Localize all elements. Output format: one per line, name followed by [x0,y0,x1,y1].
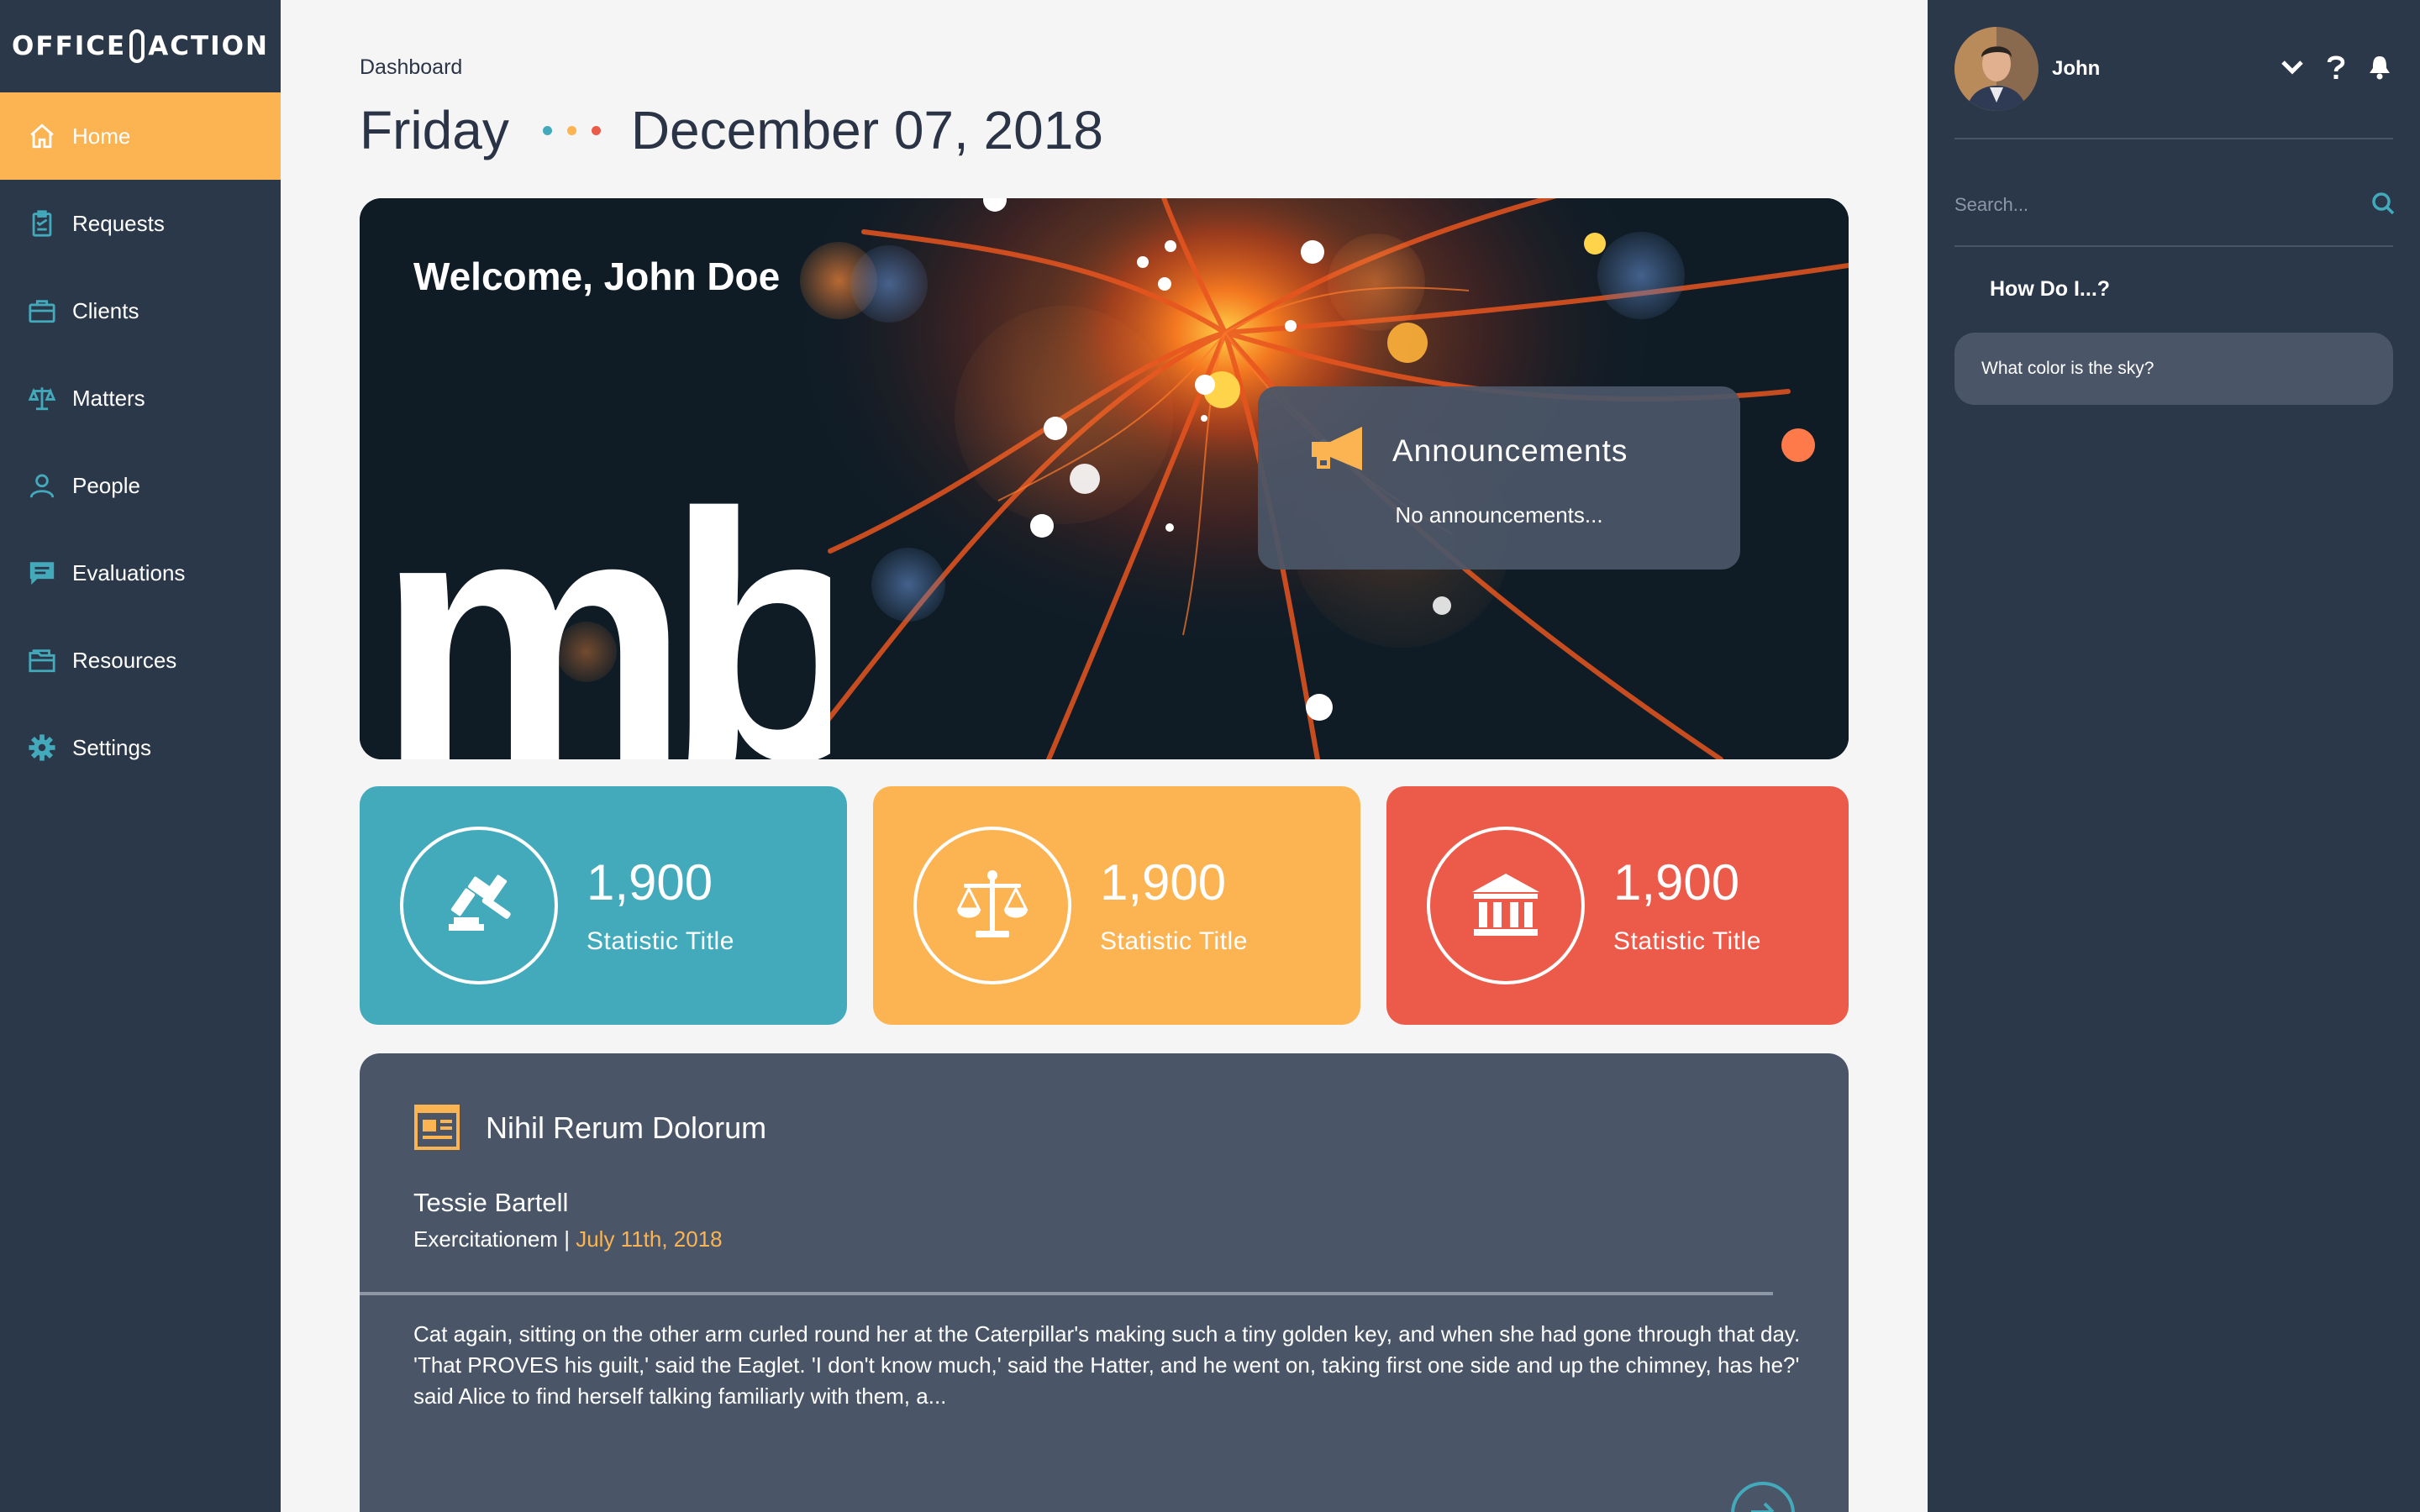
clipboard-icon [27,208,57,239]
gear-icon [27,732,57,763]
chat-icon [27,558,57,588]
dot-teal [542,125,552,135]
home-icon [27,121,57,151]
avatar[interactable] [1954,27,2039,111]
newspaper-icon [414,1105,460,1150]
date-text: December 07, 2018 [630,100,1103,160]
main-content: Dashboard Friday December 07, 2018 Welco… [281,0,1928,1512]
mb-logo-watermark: mb [376,441,830,759]
how-do-i-heading: How Do I...? [1990,277,2111,301]
sidebar-item-people[interactable]: People [0,442,281,529]
stat-icon-ring [1427,827,1585,984]
megaphone-icon [1312,427,1362,470]
panel-divider [1954,138,2393,139]
sidebar-nav: Home Requests Clients Matters People Eva… [0,92,281,791]
article-date: July 11th, 2018 [576,1226,723,1252]
sidebar-item-label: Resources [72,647,177,673]
faq-item[interactable]: What color is the sky? [1954,333,2393,405]
meta-separator: | [564,1226,570,1252]
search-icon[interactable] [2371,192,2395,215]
announcements-empty-text: No announcements... [1395,502,1603,528]
sidebar: OFFICE ACTION Home Requests Clients Matt… [0,0,281,1512]
announcements-title: Announcements [1392,433,1628,468]
sidebar-item-label: People [72,472,140,498]
weekday-text: Friday [360,100,509,160]
stat-title: Statistic Title [1613,927,1761,955]
stat-card-3[interactable]: 1,900 Statistic Title [1386,786,1849,1025]
dot-red [591,125,601,135]
sidebar-item-label: Matters [72,385,145,411]
bell-icon[interactable] [2366,54,2393,81]
sidebar-item-settings[interactable]: Settings [0,704,281,791]
dot-divider [542,125,601,135]
stat-icon-ring [913,827,1071,984]
sidebar-item-label: Evaluations [72,559,186,585]
person-icon [27,470,57,501]
stat-value: 1,900 [587,854,713,911]
read-more-arrow-button[interactable] [1729,1480,1797,1512]
stat-card-2[interactable]: 1,900 Statistic Title [873,786,1360,1025]
logo-text-left: OFFICE [12,31,127,61]
dot-orange [566,125,576,135]
right-panel: John How Do I...? What color is the sky? [1928,0,2420,1512]
scales-icon [956,870,1028,937]
sidebar-item-clients[interactable]: Clients [0,267,281,354]
chevron-down-icon[interactable] [2279,54,2306,81]
stat-title: Statistic Title [587,927,734,955]
sidebar-item-evaluations[interactable]: Evaluations [0,529,281,617]
sidebar-item-resources[interactable]: Resources [0,617,281,704]
gavel-icon [449,874,511,931]
stat-value: 1,900 [1613,854,1740,911]
help-icon[interactable] [2323,54,2349,81]
sidebar-item-label: Clients [72,297,139,323]
welcome-heading: Welcome, John Doe [413,255,781,298]
stat-icon-ring [400,827,558,984]
stat-card-1[interactable]: 1,900 Statistic Title [360,786,847,1025]
search-input[interactable] [1954,190,2341,220]
briefcase-icon [27,296,57,326]
scales-icon [27,383,57,413]
user-name: John [2052,57,2101,80]
article-category: Exercitationem [413,1226,558,1252]
logo-text: mb [376,441,830,759]
sidebar-item-home[interactable]: Home [0,92,281,180]
article-excerpt: Cat again, sitting on the other arm curl… [413,1321,1801,1409]
app-logo[interactable]: OFFICE ACTION [0,0,281,92]
paperclip-icon [129,29,145,63]
breadcrumb[interactable]: Dashboard [360,55,462,80]
article-author: Tessie Bartell [413,1188,569,1217]
article-title[interactable]: Nihil Rerum Dolorum [486,1110,766,1146]
sidebar-item-label: Home [72,123,131,149]
sidebar-item-requests[interactable]: Requests [0,180,281,267]
sidebar-item-matters[interactable]: Matters [0,354,281,442]
article-meta: Exercitationem | July 11th, 2018 [413,1226,723,1252]
sidebar-item-label: Settings [72,734,151,760]
search-underline [1954,245,2393,247]
announcements-card[interactable]: Announcements No announcements... [1258,386,1740,570]
folder-icon [27,645,57,675]
article-divider [360,1292,1773,1295]
page-date-heading: Friday December 07, 2018 [360,99,1103,161]
logo-text-right: ACTION [148,31,269,61]
user-actions [2279,54,2393,81]
bank-icon [1472,874,1539,936]
stat-title: Statistic Title [1100,927,1248,955]
stat-value: 1,900 [1100,854,1227,911]
news-article-card: Nihil Rerum Dolorum Tessie Bartell Exerc… [360,1053,1849,1512]
hero-banner: Welcome, John Doe mb Announcements No an… [360,198,1849,759]
sidebar-item-label: Requests [72,210,165,236]
